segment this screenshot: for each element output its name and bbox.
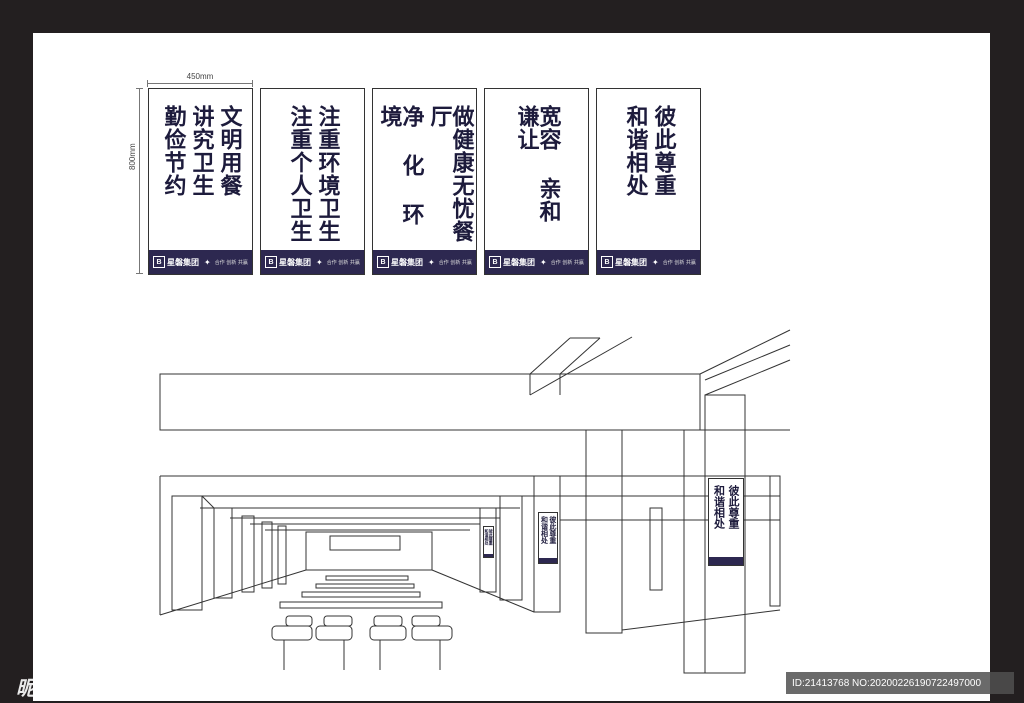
- left-wall-pillar: [213, 507, 233, 599]
- chair: [369, 625, 407, 641]
- canteen-perspective-drawing: [159, 329, 791, 674]
- column-sign-text: 彼此尊重 和谐相处: [484, 527, 494, 545]
- beam-edge: [699, 329, 791, 375]
- dining-table: [301, 591, 421, 598]
- column-sign-large: 彼此尊重 和谐相处: [708, 478, 744, 566]
- sign-text-column: 和谐相处: [540, 516, 549, 544]
- sign-footer: [709, 557, 743, 565]
- chair: [373, 615, 403, 627]
- image-id-bar: ID:21413768 NO:20200226190722497000: [786, 672, 1014, 694]
- sign-text-column: 彼此尊重: [727, 485, 741, 529]
- sign-text-column: 和谐相处: [712, 485, 726, 529]
- back-wall: [305, 531, 433, 571]
- beam-edge: [529, 337, 571, 375]
- sign-footer: [484, 554, 493, 557]
- chair: [285, 615, 313, 627]
- column: [499, 495, 523, 601]
- watermark-url: www.nipic.cn: [108, 680, 184, 695]
- left-wall-pillar: [171, 495, 203, 611]
- chair: [411, 625, 453, 641]
- sign-text-column: 彼此尊重: [488, 529, 494, 545]
- column-sign-mid: 彼此尊重 和谐相处: [538, 512, 558, 564]
- sign-text-column: 彼此尊重: [548, 516, 557, 544]
- wall-line: [201, 495, 215, 509]
- beam-edge: [529, 336, 633, 396]
- dining-table: [325, 575, 409, 581]
- floor-line: [621, 609, 781, 631]
- sign-footer: [539, 558, 557, 563]
- column-sign-text: 彼此尊重 和谐相处: [539, 513, 557, 544]
- column: [585, 429, 623, 634]
- chair: [323, 615, 353, 627]
- left-wall-pillar: [261, 521, 273, 589]
- near-right-column-side: [683, 429, 706, 674]
- back-window: [329, 535, 401, 551]
- floor-line: [431, 569, 535, 613]
- left-wall-pillar: [277, 525, 287, 585]
- chair: [315, 625, 353, 641]
- front-ceiling-beam: [159, 373, 701, 431]
- beam-edge: [559, 337, 601, 375]
- dining-table: [279, 601, 443, 609]
- watermark-logo: 昵享网: [16, 676, 76, 700]
- chair: [271, 625, 313, 641]
- chair: [411, 615, 441, 627]
- left-wall-pillar: [241, 515, 255, 593]
- column-sign-text: 彼此尊重 和谐相处: [709, 479, 743, 529]
- column-sign-far: 彼此尊重 和谐相处: [483, 526, 494, 558]
- dining-table: [315, 583, 415, 589]
